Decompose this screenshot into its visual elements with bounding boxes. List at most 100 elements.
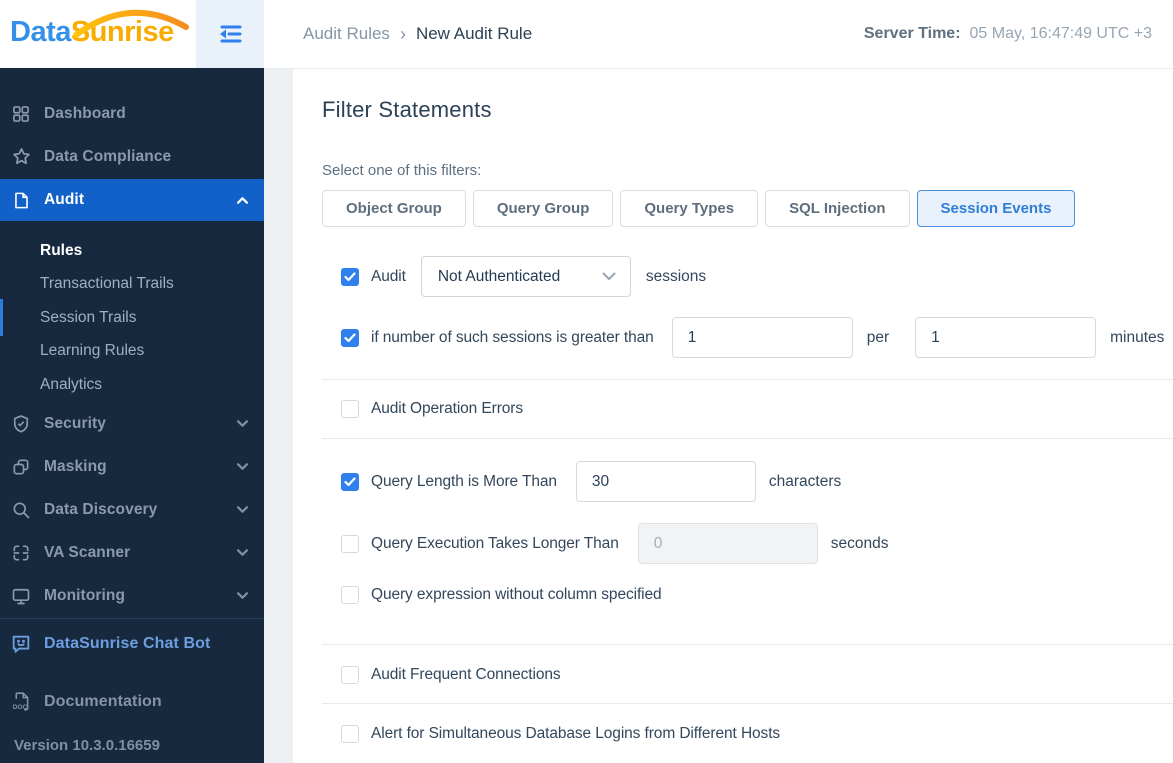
logo-text-data: Data xyxy=(10,16,71,48)
simultaneous-logins-row: Alert for Simultaneous Database Logins f… xyxy=(341,723,780,745)
shield-icon xyxy=(10,413,32,435)
session-type-dropdown[interactable]: Not Authenticated xyxy=(420,256,631,297)
sidebar-item-rules[interactable]: Rules xyxy=(0,234,264,268)
subnav-label: Learning Rules xyxy=(40,342,145,359)
query-length-row: Query Length is More Than characters xyxy=(341,461,841,502)
characters-suffix-label: characters xyxy=(768,472,842,490)
grid-icon xyxy=(10,103,32,125)
documentation-label: Documentation xyxy=(44,692,162,710)
filter-prompt-label: Select one of this filters: xyxy=(322,162,482,179)
tab-query-types[interactable]: Query Types xyxy=(620,190,759,227)
sidebar-item-label: Monitoring xyxy=(44,586,126,604)
sidebar-item-va-scanner[interactable]: VA Scanner xyxy=(0,531,264,574)
dropdown-selected-value: Not Authenticated xyxy=(437,267,561,285)
tab-session-events[interactable]: Session Events xyxy=(916,190,1076,227)
sidebar-collapse-button[interactable] xyxy=(196,0,264,68)
breadcrumb-separator: › xyxy=(399,23,406,44)
main-content: Filter Statements Select one of this fil… xyxy=(293,69,1173,763)
query-expression-label: Query expression without column specifie… xyxy=(371,586,662,603)
sessions-suffix-label: sessions xyxy=(645,267,707,285)
datasunrise-logo[interactable]: DataSunrise xyxy=(10,9,189,49)
tab-object-group[interactable]: Object Group xyxy=(322,190,466,227)
query-length-input[interactable] xyxy=(575,461,756,502)
sidebar: Dashboard Data Compliance Audit Rules Tr… xyxy=(0,68,264,763)
query-execution-row: Query Execution Takes Longer Than second… xyxy=(341,523,888,564)
subnav-label: Analytics xyxy=(40,376,103,393)
mask-icon xyxy=(10,456,32,478)
subnav-label: Transactional Trails xyxy=(40,275,174,292)
server-time-label: Server Time: xyxy=(863,25,961,42)
sidebar-item-chat-bot[interactable]: DataSunrise Chat Bot xyxy=(0,620,264,668)
session-period-input[interactable] xyxy=(915,317,1097,358)
divider xyxy=(322,438,1173,439)
chevron-down-icon xyxy=(237,592,248,599)
sidebar-item-label: VA Scanner xyxy=(44,543,131,561)
sidebar-item-label: Data Discovery xyxy=(44,500,158,518)
tab-query-group[interactable]: Query Group xyxy=(472,190,614,227)
sidebar-item-audit[interactable]: Audit xyxy=(0,179,264,221)
query-execution-label: Query Execution Takes Longer Than xyxy=(371,534,619,552)
sidebar-item-data-discovery[interactable]: Data Discovery xyxy=(0,488,264,531)
top-bar: DataSunrise Audit Rules › New Audit Rule… xyxy=(0,0,1173,68)
subnav-label: Rules xyxy=(40,242,83,259)
server-time-value: 05 May, 16:47:49 UTC +3 xyxy=(969,25,1152,42)
audit-sessions-row: Audit Not Authenticated sessions xyxy=(341,256,706,297)
chat-bot-icon xyxy=(10,633,32,655)
version-label: Version 10.3.0.16659 xyxy=(14,737,160,754)
chat-bot-label: DataSunrise Chat Bot xyxy=(44,635,211,652)
session-count-row: if number of such sessions is greater th… xyxy=(341,317,1164,358)
minutes-suffix-label: minutes xyxy=(1110,328,1165,346)
breadcrumb-audit-rules[interactable]: Audit Rules xyxy=(303,24,390,44)
header-divider xyxy=(264,68,1173,69)
logo-text-sunrise: Sunrise xyxy=(70,16,174,48)
sidebar-item-transactional-trails[interactable]: Transactional Trails xyxy=(0,267,264,301)
operation-errors-label: Audit Operation Errors xyxy=(371,400,524,417)
chevron-down-icon xyxy=(602,272,616,281)
sidebar-item-session-trails[interactable]: Session Trails xyxy=(0,301,264,335)
session-count-input[interactable] xyxy=(671,317,853,358)
query-execution-checkbox[interactable] xyxy=(341,534,359,553)
sidebar-item-learning-rules[interactable]: Learning Rules xyxy=(0,334,264,368)
frequent-connections-label: Audit Frequent Connections xyxy=(371,666,561,683)
operation-errors-row: Audit Operation Errors xyxy=(341,398,523,420)
sidebar-item-dashboard[interactable]: Dashboard xyxy=(0,92,264,135)
monitor-icon xyxy=(10,585,32,607)
indent-collapse-icon xyxy=(220,25,242,43)
audit-label: Audit xyxy=(371,267,406,285)
per-label: per xyxy=(866,328,890,346)
frequent-connections-checkbox[interactable] xyxy=(341,666,359,684)
sidebar-item-label: Data Compliance xyxy=(44,147,172,165)
divider xyxy=(322,703,1173,704)
breadcrumb: Audit Rules › New Audit Rule xyxy=(303,0,532,68)
chevron-down-icon xyxy=(237,420,248,427)
chevron-down-icon xyxy=(237,463,248,470)
query-expression-row: Query expression without column specifie… xyxy=(341,584,662,606)
sidebar-item-security[interactable]: Security xyxy=(0,402,264,445)
chevron-down-icon xyxy=(237,549,248,556)
sidebar-item-monitoring[interactable]: Monitoring xyxy=(0,574,264,617)
svg-text:DOC: DOC xyxy=(12,704,27,711)
sidebar-item-masking[interactable]: Masking xyxy=(0,445,264,488)
tab-sql-injection[interactable]: SQL Injection xyxy=(765,190,910,227)
sidebar-item-label: Masking xyxy=(44,457,107,475)
star-icon xyxy=(10,146,32,168)
sidebar-item-label: Dashboard xyxy=(44,104,126,122)
sidebar-item-analytics[interactable]: Analytics xyxy=(0,368,264,402)
page-title-breadcrumb: New Audit Rule xyxy=(415,24,533,43)
simultaneous-logins-checkbox[interactable] xyxy=(341,725,359,743)
sidebar-item-documentation[interactable]: DOC Documentation xyxy=(0,680,264,723)
operation-errors-checkbox[interactable] xyxy=(341,400,359,418)
doc-icon: DOC xyxy=(10,691,32,713)
chevron-down-icon xyxy=(237,506,248,513)
divider xyxy=(322,644,1173,645)
divider xyxy=(322,379,1173,380)
audit-sessions-checkbox[interactable] xyxy=(341,267,359,286)
query-length-label: Query Length is More Than xyxy=(371,472,557,490)
chevron-up-icon xyxy=(237,196,248,204)
query-length-checkbox[interactable] xyxy=(341,472,359,491)
section-title: Filter Statements xyxy=(322,97,492,122)
session-count-checkbox[interactable] xyxy=(341,328,359,347)
sidebar-item-data-compliance[interactable]: Data Compliance xyxy=(0,135,264,178)
query-expression-checkbox[interactable] xyxy=(341,586,359,604)
subnav-label: Session Trails xyxy=(40,309,137,326)
